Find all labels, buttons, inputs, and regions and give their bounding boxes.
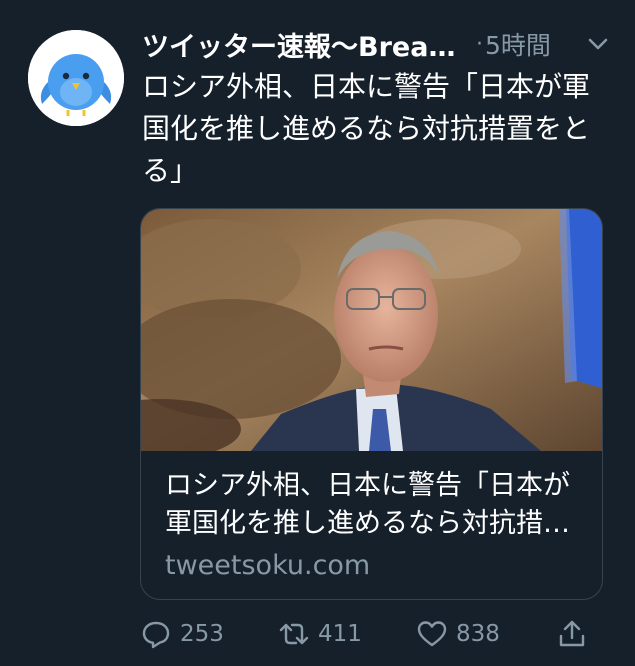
separator-dot: ·	[476, 31, 483, 57]
timestamp[interactable]: 5時間	[485, 26, 551, 62]
retweet-icon	[278, 618, 310, 650]
card-image[interactable]	[141, 209, 602, 451]
like-button[interactable]: 838	[416, 612, 500, 656]
tweet[interactable]: ツイッター速報〜BreakingNews · 5時間 ロシア外相、日本に警告「日…	[0, 0, 635, 666]
bird-icon	[28, 30, 124, 126]
share-icon	[556, 618, 588, 650]
heart-icon	[416, 618, 448, 650]
avatar[interactable]	[28, 30, 124, 126]
reply-button[interactable]: 253	[140, 612, 224, 656]
retweet-button[interactable]: 411	[278, 612, 362, 656]
tweet-text: ロシア外相、日本に警告「日本が軍国化を推し進めるなら対抗措置をとる」	[142, 70, 591, 187]
display-name[interactable]: ツイッター速報〜BreakingNews	[142, 25, 464, 64]
action-bar: 253 411 838	[140, 612, 600, 656]
tweet-header: ツイッター速報〜BreakingNews · 5時間	[142, 24, 612, 64]
share-button[interactable]	[556, 612, 588, 656]
card-title: ロシア外相、日本に警告「日本が軍国化を推し進めるなら対抗措置をとる」	[165, 470, 570, 539]
like-count: 838	[456, 621, 500, 647]
retweet-count: 411	[318, 621, 362, 647]
card-domain: tweetsoku.com	[165, 550, 371, 581]
reply-icon	[140, 618, 172, 650]
chevron-down-icon[interactable]	[584, 30, 612, 58]
link-card[interactable]: ロシア外相、日本に警告「日本が軍国化を推し進めるなら対抗措置をとる」 tweet…	[140, 208, 603, 600]
reply-count: 253	[180, 621, 224, 647]
news-photo	[141, 209, 602, 451]
